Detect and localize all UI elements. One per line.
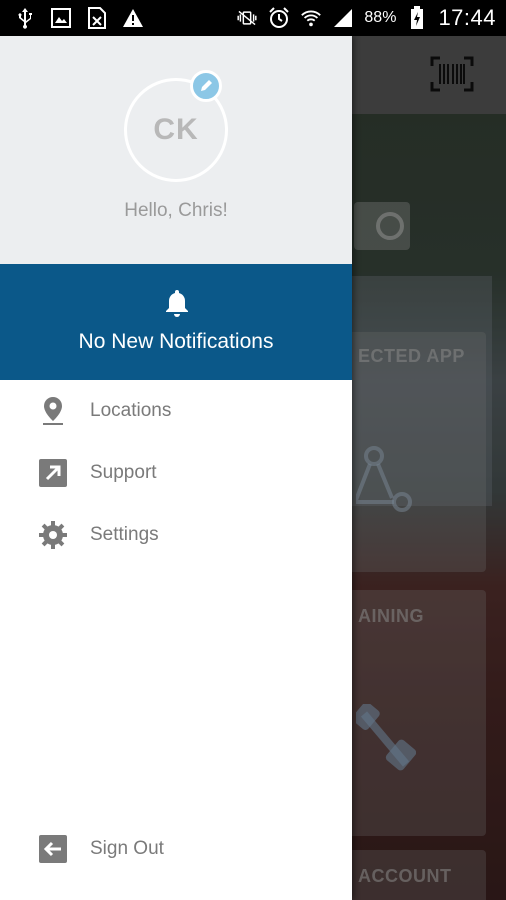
menu-item-support[interactable]: Support	[0, 442, 352, 504]
greeting-text: Hello, Chris!	[124, 200, 228, 221]
sign-out-label: Sign Out	[90, 838, 164, 859]
image-icon	[50, 7, 72, 29]
status-bar: 88% 17:44	[0, 0, 506, 36]
menu-item-label: Locations	[90, 400, 172, 421]
avatar-initials: CK	[153, 113, 199, 146]
notifications-text: No New Notifications	[78, 330, 274, 353]
clock: 17:44	[438, 5, 496, 30]
usb-icon	[14, 7, 36, 29]
location-pin-icon	[38, 396, 68, 426]
sim-card-icon	[86, 7, 108, 29]
pencil-icon	[201, 80, 212, 91]
edit-profile-button[interactable]	[190, 70, 222, 102]
menu-item-locations[interactable]: Locations	[0, 380, 352, 442]
menu-item-label: Settings	[90, 524, 159, 545]
warning-icon	[122, 7, 144, 29]
profile-header: CK Hello, Chris!	[0, 36, 352, 264]
navigation-drawer: CK Hello, Chris! No New Notifications Lo…	[0, 36, 352, 900]
bell-icon	[163, 288, 191, 318]
menu-item-settings[interactable]: Settings	[0, 504, 352, 566]
battery-charging-icon	[406, 6, 428, 29]
external-link-icon	[38, 458, 68, 488]
sign-out-icon	[38, 834, 68, 864]
battery-percent: 88%	[364, 9, 397, 26]
vibrate-mute-icon	[236, 7, 258, 29]
alarm-icon	[268, 7, 290, 29]
gear-icon	[38, 520, 68, 550]
signal-icon	[332, 7, 354, 29]
sign-out-button[interactable]: Sign Out	[0, 818, 352, 880]
notifications-banner[interactable]: No New Notifications	[0, 264, 352, 380]
menu-item-label: Support	[90, 462, 157, 483]
wifi-icon	[300, 7, 322, 29]
